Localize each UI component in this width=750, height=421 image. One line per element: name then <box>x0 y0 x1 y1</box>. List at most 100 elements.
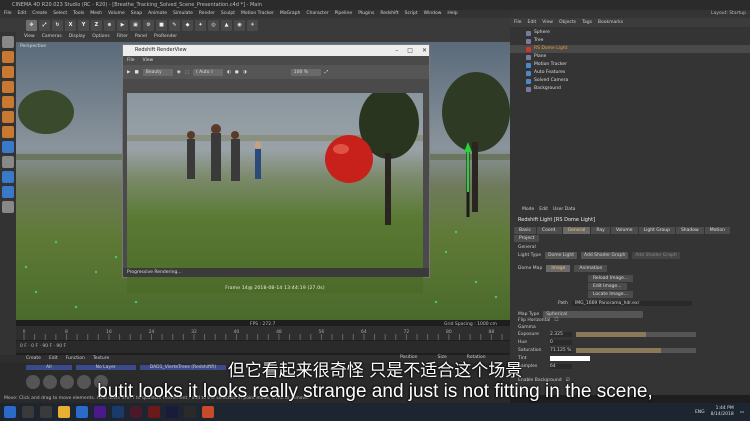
maximize-icon[interactable]: □ <box>407 45 413 56</box>
menu-item-window[interactable]: Window <box>424 10 442 18</box>
polygons-mode-icon[interactable] <box>2 126 14 138</box>
rotate-tool-button[interactable]: ↻ <box>52 19 63 31</box>
object-row[interactable]: Auto Features <box>510 69 750 77</box>
scale-tool-button[interactable]: ⤢ <box>39 19 50 31</box>
make-editable-icon[interactable] <box>2 36 14 48</box>
object-menu-objects[interactable]: Objects <box>559 18 576 27</box>
timeline[interactable]: 0 8 16 24 32 40 48 56 64 72 80 88 <box>16 326 510 340</box>
locate-image-button[interactable]: Locate Image... <box>588 291 633 298</box>
task-view-icon[interactable] <box>40 406 52 418</box>
menu-item-file[interactable]: File <box>4 10 12 18</box>
rv-menu-file[interactable]: File <box>127 56 135 65</box>
snap-icon[interactable] <box>2 171 14 183</box>
menu-item-simulate[interactable]: Simulate <box>173 10 193 18</box>
object-row[interactable]: Motion Tracker <box>510 61 750 69</box>
render-view-button[interactable]: ▶ <box>117 19 128 31</box>
menu-item-animate[interactable]: Animate <box>148 10 167 18</box>
menu-item-redshift[interactable]: Redshift <box>380 10 398 18</box>
model-mode-icon[interactable] <box>2 51 14 63</box>
pen-icon[interactable]: ✎ <box>169 19 180 31</box>
app-icon[interactable] <box>184 406 196 418</box>
menu-item-mograph[interactable]: MoGraph <box>280 10 300 18</box>
edge-icon[interactable] <box>76 406 88 418</box>
texture-mode-icon[interactable] <box>2 66 14 78</box>
close-icon[interactable]: ✕ <box>422 45 427 56</box>
viewport-menu-prorender[interactable]: ProRender <box>154 32 177 42</box>
menu-item-script[interactable]: Script <box>405 10 418 18</box>
attr-tab-shadow[interactable]: Shadow <box>675 227 704 234</box>
edges-mode-icon[interactable] <box>2 111 14 123</box>
object-row[interactable]: Solved Camera <box>510 77 750 85</box>
menu-item-character[interactable]: Character <box>306 10 328 18</box>
viewport-menu-options[interactable]: Options <box>92 32 109 42</box>
menu-item-edit[interactable]: Edit <box>18 10 27 18</box>
attr-menu-userdata[interactable]: User Data <box>553 207 575 212</box>
object-row[interactable]: RS Dome Light <box>510 45 750 53</box>
notification-icon[interactable]: ▭ <box>740 410 744 415</box>
image-tab[interactable]: Image <box>546 265 571 272</box>
crop-icon[interactable]: ⬚ <box>185 70 189 75</box>
object-menu-view[interactable]: View <box>542 18 553 27</box>
viewport-menu-panel[interactable]: Panel <box>135 32 147 42</box>
cube-icon[interactable]: ■ <box>156 19 167 31</box>
tweak-mode-icon[interactable] <box>2 156 14 168</box>
axis-y-button[interactable]: Y <box>78 19 89 31</box>
attr-tab-ray[interactable]: Ray <box>591 227 610 234</box>
attr-tab-coord-[interactable]: Coord. <box>536 227 562 234</box>
zoom-dropdown[interactable]: 100 % <box>290 68 321 76</box>
clip-icon[interactable]: ◑ <box>243 70 247 75</box>
menu-item-select[interactable]: Select <box>53 10 67 18</box>
path-field[interactable]: IMG_1669 Panorama_hdr.exr <box>571 301 692 306</box>
camera-icon[interactable]: ◉ <box>234 19 245 31</box>
render-settings-button[interactable]: ⚙ <box>143 19 154 31</box>
object-menu-file[interactable]: File <box>514 18 522 27</box>
hue-field[interactable]: 0 <box>550 340 572 345</box>
edit-image-button[interactable]: Edit Image... <box>588 283 627 290</box>
object-menu-tags[interactable]: Tags <box>582 18 592 27</box>
lock-workplane-icon[interactable] <box>2 201 14 213</box>
menu-item-sculpt[interactable]: Sculpt <box>221 10 235 18</box>
exposure-field[interactable]: 2.325 <box>550 332 572 337</box>
deformer-icon[interactable]: ◎ <box>208 19 219 31</box>
add-shader-graph-button-2[interactable]: Add Shader Graph <box>632 252 680 259</box>
attr-tab-light-group[interactable]: Light Group <box>638 227 675 234</box>
exposure-slider[interactable] <box>576 332 696 337</box>
fit-icon[interactable]: ⤢ <box>325 69 329 75</box>
menu-item-pipeline[interactable]: Pipeline <box>335 10 353 18</box>
search-icon[interactable] <box>22 406 34 418</box>
viewport-menu-filter[interactable]: Filter <box>117 32 128 42</box>
menu-item-render[interactable]: Render <box>199 10 215 18</box>
attr-menu-edit[interactable]: Edit <box>539 207 548 212</box>
animation-tab[interactable]: Animation <box>574 265 608 272</box>
array-icon[interactable]: ✦ <box>195 19 206 31</box>
object-menu-edit[interactable]: Edit <box>528 18 537 27</box>
stop-icon[interactable]: ■ <box>134 70 138 75</box>
scene-icon[interactable]: ▲ <box>221 19 232 31</box>
points-mode-icon[interactable] <box>2 96 14 108</box>
object-row[interactable]: Plane <box>510 53 750 61</box>
attr-tab-general[interactable]: General <box>562 227 591 234</box>
render-active-button[interactable]: ▣ <box>130 19 141 31</box>
move-tool-button[interactable]: ✥ <box>26 19 37 31</box>
language-indicator[interactable]: ENG <box>695 410 705 415</box>
viewport-menu-display[interactable]: Display <box>69 32 86 42</box>
reload-image-button[interactable]: Reload Image... <box>588 275 634 282</box>
snapshot-icon[interactable]: ◉ <box>177 70 181 75</box>
map-type-dropdown[interactable]: Spherical <box>543 311 644 318</box>
color-icon[interactable]: ● <box>235 70 239 75</box>
add-shader-graph-button[interactable]: Add Shader Graph <box>581 252 629 259</box>
illustrator-icon[interactable] <box>148 406 160 418</box>
object-row[interactable]: Background <box>510 85 750 93</box>
light-type-dropdown[interactable]: Dome Light <box>545 252 578 259</box>
menu-item-volume[interactable]: Volume <box>108 10 125 18</box>
attr-tab-volume[interactable]: Volume <box>610 227 638 234</box>
menu-item-plugins[interactable]: Plugins <box>358 10 374 18</box>
cinema4d-icon[interactable] <box>166 406 178 418</box>
axis-x-button[interactable]: X <box>65 19 76 31</box>
menu-item-help[interactable]: Help <box>447 10 457 18</box>
object-row[interactable]: Tree <box>510 37 750 45</box>
photoshop-icon[interactable] <box>112 406 124 418</box>
attr-tab-basic[interactable]: Basic <box>514 227 536 234</box>
rv-menu-view[interactable]: View <box>143 56 154 65</box>
menu-item-motion-tracker[interactable]: Motion Tracker <box>241 10 274 18</box>
